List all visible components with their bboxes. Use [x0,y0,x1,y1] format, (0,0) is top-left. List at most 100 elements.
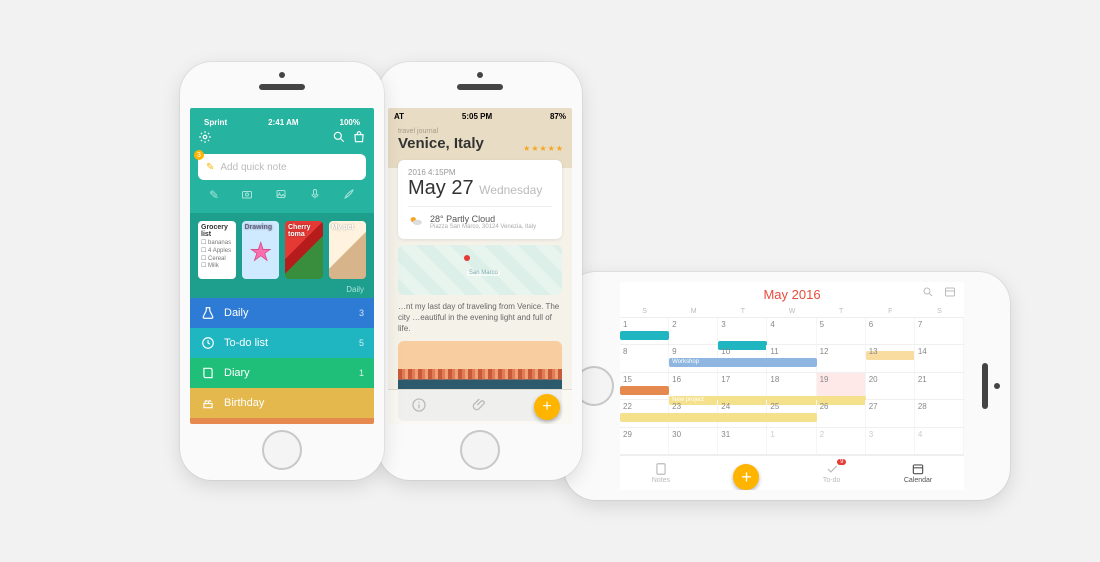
folder-birthday[interactable]: Birthday [190,388,374,418]
map-preview[interactable]: San Marco [398,245,562,295]
folder-to-do-list[interactable]: To-do list5 [190,328,374,358]
breadcrumb[interactable]: travel journal [398,128,562,135]
tab-notes[interactable]: Notes [652,462,670,484]
day-cell[interactable]: 21 [915,373,964,399]
day-cell[interactable]: 7 [915,318,964,344]
status-time: 2:41 AM [227,118,339,127]
folder-daily[interactable]: Daily3 [190,298,374,328]
calendar-event[interactable] [620,386,669,395]
weekday-label: T [718,306,767,317]
day-cell[interactable]: 2 [817,428,866,454]
status-time: 5:05 PM [404,112,550,121]
weekday-row: SMTWTFS [620,306,964,318]
folder-label: To-do list [224,337,268,349]
day-cell[interactable]: 30 [669,428,718,454]
home-button[interactable] [460,430,500,470]
weekday-label: F [866,306,915,317]
week-row: 2930311234 [620,428,964,455]
phone-speaker [259,84,305,90]
folder-label: Diary [224,367,250,379]
search-icon[interactable] [332,130,346,149]
photo-icon[interactable] [275,188,287,203]
day-cell[interactable]: 26 [817,400,866,426]
bottom-toolbar: + [388,389,572,424]
screen: Sprint 2:41 AM 100% 3 ✎ Add quick note ✎ [190,108,374,424]
weather-row: 28° Partly Cloud Piazza San Marco, 30124… [408,213,552,231]
folder-count: 1 [359,368,364,378]
status-bar: AT 5:05 PM 87% [388,108,572,124]
rating-stars[interactable]: ★★★★★ [523,144,564,153]
search-icon[interactable] [922,285,934,303]
calendar-event[interactable] [620,331,669,340]
week-row: 891011121314Workshop [620,345,964,372]
weekday-label: M [669,306,718,317]
calendar-event[interactable] [620,413,817,422]
day-cell[interactable]: 4 [767,318,816,344]
recent-cards: Grocery list ☐ bananas ☐ 4 Apples ☐ Cere… [190,213,374,283]
day-cell[interactable]: 8 [620,345,669,371]
clock-icon [200,335,216,351]
phone-speaker [982,363,988,409]
quick-note-placeholder: Add quick note [220,162,286,173]
phone-calendar: May 2016 SMTWTFS 1234567891011121314Work… [564,272,1010,500]
calendar-header: May 2016 [620,282,964,306]
month-title[interactable]: May 2016 [763,287,820,302]
store-icon[interactable] [352,130,366,149]
book-icon [200,365,216,381]
top-bar [198,130,366,148]
day-cell[interactable]: 3 [866,428,915,454]
day-cell[interactable]: 2 [669,318,718,344]
camera-icon[interactable] [241,188,253,203]
battery-label: 87% [550,112,566,121]
day-cell[interactable]: 28 [915,400,964,426]
map-label: San Marco [467,270,500,276]
journal-text[interactable]: …nt my last day of traveling from Venice… [398,301,562,335]
day-cell[interactable]: 12 [817,345,866,371]
phone-camera-dot [477,72,483,78]
week-row: 22232425262728 [620,400,964,427]
folder-diary[interactable]: Diary 1 [190,358,374,388]
screen: AT 5:05 PM 87% travel journal Venice, It… [388,108,572,424]
attach-icon[interactable] [472,397,488,418]
layout-icon[interactable] [944,285,956,303]
card-drawing[interactable]: Drawing [242,221,280,279]
date-card: 2016 4:15PM May 27 Wednesday 28° Partly … [398,160,562,239]
day-cell[interactable]: 31 [718,428,767,454]
day-cell[interactable]: 14 [915,345,964,371]
tab-calendar[interactable]: Calendar [904,462,932,484]
day-cell[interactable]: 6 [866,318,915,344]
pen-icon[interactable]: ✎ [209,188,219,203]
carrier-label: Sprint [204,118,227,127]
add-button[interactable]: + [534,394,560,420]
status-bar: Sprint 2:41 AM 100% [198,114,366,130]
weekday-label: W [767,306,816,317]
day-cell[interactable]: 1 [767,428,816,454]
phone-speaker [457,84,503,90]
settings-icon[interactable] [198,130,212,149]
home-button[interactable] [262,430,302,470]
weekday-label: S [620,306,669,317]
day-cell[interactable]: 4 [915,428,964,454]
folder-label: Daily [224,307,248,319]
day-cell[interactable]: 29 [620,428,669,454]
folder-study[interactable]: Study2 [190,418,374,424]
weekday-label: S [915,306,964,317]
card-grocery[interactable]: Grocery list ☐ bananas ☐ 4 Apples ☐ Cere… [198,221,236,279]
day-cell[interactable]: 27 [866,400,915,426]
card-pet[interactable]: My pet [329,221,367,279]
calendar-grid[interactable]: 1234567891011121314Workshop1516171819202… [620,318,964,455]
phone-camera-dot [994,383,1000,389]
tab-todo[interactable]: To-do 9 [823,462,841,484]
day-cell[interactable]: 5 [817,318,866,344]
quick-note-input[interactable]: 3 ✎ Add quick note [198,154,366,180]
day-cell[interactable]: 13 [866,345,915,371]
brush-icon[interactable] [343,188,355,203]
card-food[interactable]: Cherry toma [285,221,323,279]
todo-badge: 9 [837,459,846,465]
mic-icon[interactable] [309,188,321,203]
info-icon[interactable] [411,397,427,418]
calendar-event[interactable]: Workshop [669,358,816,367]
day-cell[interactable]: 20 [866,373,915,399]
location-label: Piazza San Marco, 30124 Venezia, Italy [430,224,536,230]
add-button[interactable]: + [733,464,759,490]
